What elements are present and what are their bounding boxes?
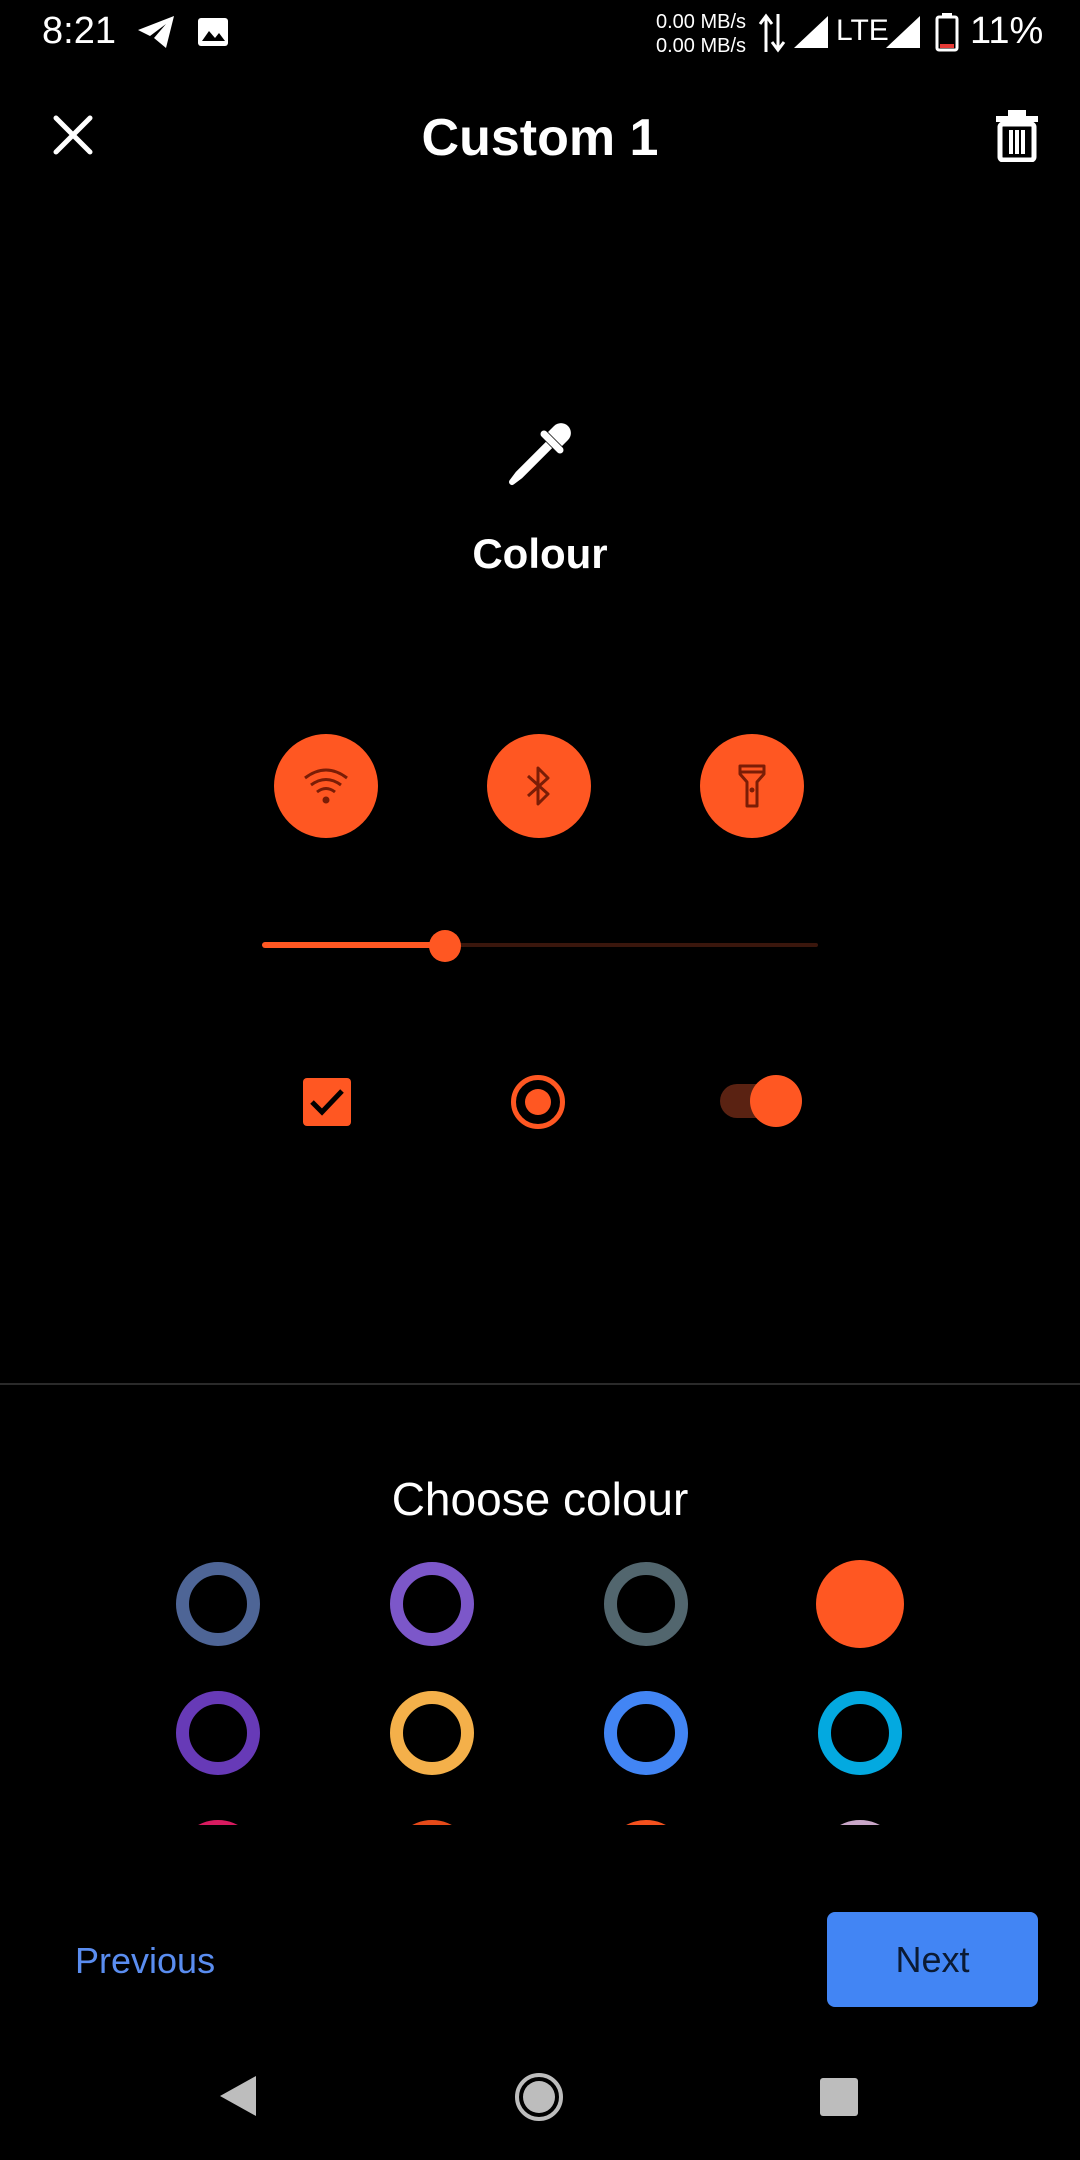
section-label: Colour (472, 530, 608, 577)
wifi-preview-button[interactable] (274, 734, 378, 838)
network-speed: 0.00 MB/s 0.00 MB/s (656, 10, 746, 58)
battery-percent: 11% (970, 10, 1044, 52)
colour-swatch[interactable] (604, 1562, 688, 1646)
colour-grid (0, 1540, 1080, 1825)
previous-button[interactable]: Previous (75, 1940, 215, 1982)
bluetooth-preview-button[interactable] (487, 734, 591, 838)
net-down-speed: 0.00 MB/s (656, 35, 747, 57)
data-activity-icon (758, 13, 786, 53)
colour-swatch[interactable] (176, 1820, 260, 1825)
slider-fill (262, 942, 446, 948)
preview-radio[interactable] (511, 1075, 565, 1129)
recents-icon[interactable] (818, 2076, 860, 2118)
next-button[interactable]: Next (827, 1912, 1038, 2007)
page-title: Custom 1 (421, 109, 659, 167)
signal-icon-2 (886, 16, 920, 48)
divider (0, 1383, 1080, 1385)
signal-icon (794, 16, 828, 48)
check-icon (310, 1089, 344, 1116)
status-time: 8:21 (42, 10, 116, 52)
home-icon[interactable] (514, 2072, 564, 2122)
eyedropper-icon (509, 423, 571, 485)
flashlight-icon (738, 764, 766, 808)
preview-slider[interactable] (262, 930, 818, 962)
colour-swatch[interactable] (604, 1820, 688, 1825)
slider-thumb[interactable] (429, 930, 462, 962)
back-icon[interactable] (216, 2072, 260, 2120)
colour-swatch[interactable] (818, 1691, 902, 1775)
preview-switch[interactable] (720, 1075, 802, 1127)
telegram-icon (138, 16, 174, 48)
colour-swatch[interactable] (604, 1691, 688, 1775)
switch-thumb (750, 1075, 802, 1127)
colour-swatch[interactable] (176, 1691, 260, 1775)
colour-swatch[interactable] (176, 1562, 260, 1646)
colour-swatch[interactable] (390, 1820, 474, 1825)
colour-swatch[interactable] (390, 1562, 474, 1646)
flashlight-preview-button[interactable] (700, 734, 804, 838)
radio-dot (525, 1089, 551, 1115)
wifi-icon (304, 768, 348, 804)
colour-swatch[interactable] (816, 1560, 904, 1648)
colour-swatch[interactable] (390, 1691, 474, 1775)
battery-icon (935, 13, 959, 52)
image-icon (198, 18, 228, 46)
choose-colour-title: Choose colour (391, 1473, 689, 1525)
preview-checkbox[interactable] (303, 1078, 351, 1126)
colour-swatch[interactable] (818, 1820, 902, 1825)
bluetooth-icon (526, 766, 550, 806)
trash-icon[interactable] (994, 108, 1040, 162)
network-type: LTE (836, 14, 889, 47)
net-up-speed: 0.00 MB/s (656, 11, 747, 33)
